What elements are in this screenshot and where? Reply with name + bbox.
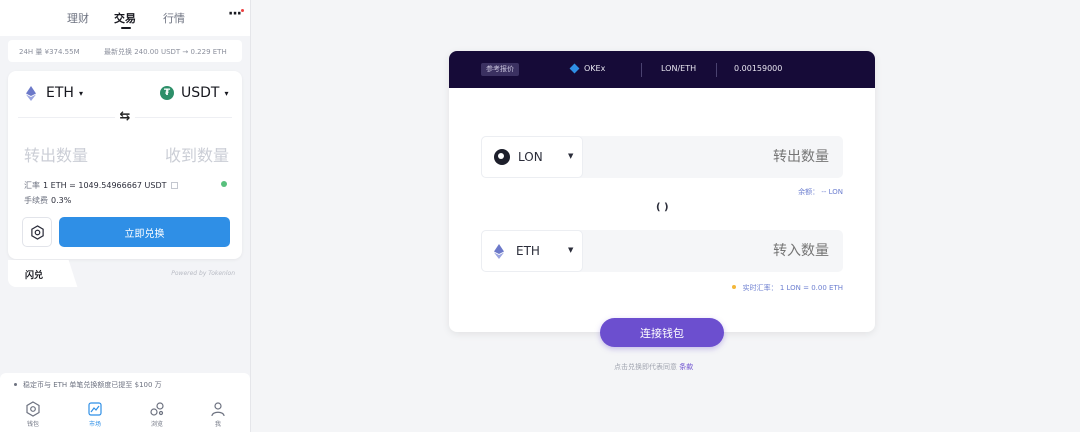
fee-row: 手续费 0.3% — [24, 195, 71, 206]
terms-notice: 点击兑换即代表同意 条款 — [614, 362, 693, 372]
ethereum-icon — [26, 85, 36, 101]
chevron-down-icon: ▾ — [224, 88, 229, 98]
notice-text: 稳定币与 ETH 单笔兑换额度已提至 $100 万 — [23, 381, 162, 389]
nav-wallet-label: 钱包 — [26, 421, 39, 428]
to-token-select[interactable]: ₮ USDT ▾ — [160, 85, 228, 101]
from-token-select[interactable]: LON ▼ — [481, 136, 583, 178]
from-token-label: ETH — [46, 85, 74, 101]
tab-flash-swap[interactable]: 闪兑 — [8, 260, 66, 287]
stats-bar: 24H 量 ¥374.55M 最新兑换 240.00 USDT → 0.229 … — [8, 40, 242, 62]
flash-swap-row: 闪兑 Powered by Tokenlon — [8, 260, 242, 287]
settings-button[interactable] — [22, 217, 52, 247]
chevron-down-icon: ▼ — [568, 152, 574, 160]
divider — [716, 63, 717, 77]
from-token-row: LON ▼ — [481, 136, 843, 178]
market-chart-icon — [88, 402, 102, 416]
tether-icon: ₮ — [160, 86, 174, 100]
wallet-icon — [26, 401, 40, 417]
exchange-now-button[interactable]: 立即兑换 — [59, 217, 230, 247]
chevron-down-icon: ▾ — [78, 88, 83, 98]
gear-icon — [31, 225, 44, 240]
latest-exchange: 最新兑换 240.00 USDT → 0.229 ETH — [104, 48, 227, 56]
live-rate: 实时汇率： 1 LON = 0.00 ETH — [731, 283, 843, 293]
fee-label: 手续费 — [24, 196, 48, 205]
price-source: OKEx — [569, 63, 606, 74]
web-swap-panel: 参考报价 OKEx LON/ETH 0.00159000 LON ▼ 余额： -… — [250, 0, 1080, 432]
terms-link[interactable]: 条款 — [679, 363, 693, 371]
swap-widget: 参考报价 OKEx LON/ETH 0.00159000 LON ▼ 余额： -… — [449, 51, 875, 332]
volume-24h: 24H 量 ¥374.55M — [19, 48, 80, 56]
okex-logo-icon — [569, 63, 580, 74]
chevron-down-icon: ▼ — [568, 246, 574, 254]
tab-wealth[interactable]: 理财 — [67, 10, 89, 26]
terms-text: 点击兑换即代表同意 — [614, 363, 677, 371]
browse-icon — [150, 402, 164, 416]
from-token-label: LON — [518, 150, 543, 164]
balance-text: 余额： -- LON — [798, 188, 843, 196]
fee-value: 0.3% — [51, 196, 72, 205]
to-amount-input[interactable]: 收到数量 — [165, 142, 229, 166]
copy-icon[interactable] — [170, 182, 178, 189]
nav-browse-label: 浏览 — [150, 421, 163, 428]
user-icon — [211, 402, 225, 417]
swap-direction-icon[interactable]: ⇆ — [115, 108, 135, 128]
notification-dot — [241, 9, 244, 12]
to-amount-input[interactable] — [629, 243, 829, 259]
tab-trade[interactable]: 交易 — [114, 10, 136, 29]
reference-price: 0.00159000 — [734, 64, 783, 73]
divider — [641, 63, 642, 77]
nav-me[interactable]: 我 — [198, 401, 238, 428]
swap-direction-icon[interactable]: ( ) — [656, 202, 669, 213]
top-tab-bar: 理财 交易 行情 ··· — [0, 0, 250, 36]
rate-indicator-dot — [731, 285, 736, 289]
rate-value: 1 ETH = 1049.54966667 USDT — [43, 181, 167, 190]
price-header: 参考报价 OKEx LON/ETH 0.00159000 — [449, 51, 875, 88]
nav-market-label: 市场 — [88, 421, 101, 428]
to-token-label: ETH — [516, 244, 540, 258]
nav-browse[interactable]: 浏览 — [137, 401, 177, 428]
nav-wallet[interactable]: 钱包 — [13, 401, 53, 428]
ethereum-icon — [494, 243, 504, 259]
to-token-select[interactable]: ETH ▼ — [481, 230, 583, 272]
nav-market[interactable]: 市场 — [75, 401, 115, 428]
to-token-label: USDT — [181, 85, 220, 101]
lon-token-icon — [494, 149, 510, 165]
rate-row: 汇率 1 ETH = 1049.54966667 USDT — [24, 180, 178, 191]
powered-by: Powered by Tokenlon — [171, 270, 235, 277]
from-amount-input[interactable] — [629, 149, 829, 165]
status-indicator — [221, 181, 227, 187]
notice-banner[interactable]: 稳定币与 ETH 单笔兑换额度已提至 $100 万 — [0, 373, 250, 394]
more-menu-icon[interactable]: ··· — [228, 6, 242, 22]
rate-label: 汇率 — [24, 181, 40, 190]
from-token-select[interactable]: ETH ▾ — [26, 85, 83, 101]
from-amount-input[interactable]: 转出数量 — [24, 142, 88, 166]
live-rate-text: 实时汇率： 1 LON = 0.00 ETH — [742, 284, 843, 292]
nav-me-label: 我 — [214, 421, 221, 428]
tab-market[interactable]: 行情 — [163, 10, 185, 26]
price-source-label: OKEx — [584, 64, 606, 73]
bottom-nav: 钱包 市场 浏览 我 — [0, 394, 250, 432]
connect-wallet-button[interactable]: 连接钱包 — [600, 318, 724, 347]
mobile-app-panel: 理财 交易 行情 ··· 24H 量 ¥374.55M 最新兑换 240.00 … — [0, 0, 250, 432]
trading-pair: LON/ETH — [661, 64, 697, 73]
reference-price-label: 参考报价 — [481, 63, 519, 76]
swap-card: ETH ▾ ₮ USDT ▾ ⇆ 转出数量 收到数量 汇率 1 ETH = 104… — [8, 71, 242, 259]
to-token-row: ETH ▼ — [481, 230, 843, 272]
